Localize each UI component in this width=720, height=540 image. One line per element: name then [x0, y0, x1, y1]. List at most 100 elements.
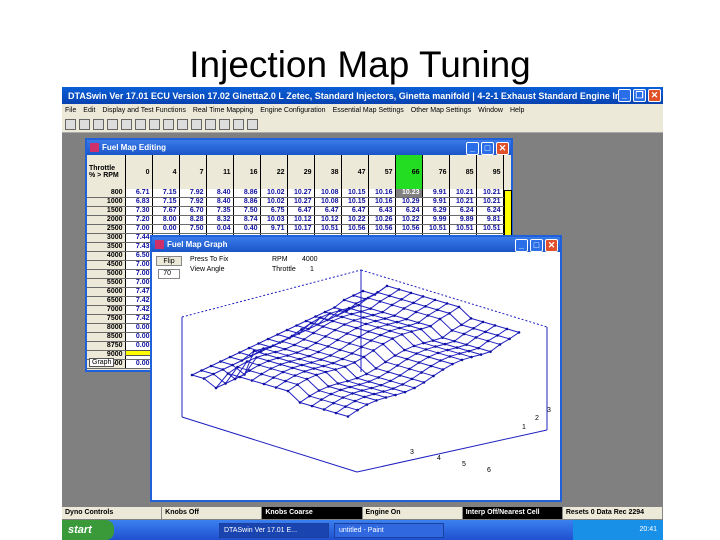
spark-icon[interactable]: [163, 118, 174, 130]
menu-display-test[interactable]: Display and Test Functions: [102, 107, 186, 114]
fuel-cell[interactable]: 10.02: [260, 197, 288, 208]
maximize-button[interactable]: □: [481, 142, 494, 155]
fuel-cell[interactable]: 7.43: [125, 242, 153, 253]
fuel-cell[interactable]: 7.67: [152, 206, 180, 217]
save-icon[interactable]: [79, 118, 90, 130]
fuel-cell[interactable]: 0.00: [125, 359, 153, 370]
fuel-cell[interactable]: 7.42: [125, 314, 153, 325]
fuel-cell[interactable]: 6.70: [179, 206, 207, 217]
maximize-button[interactable]: □: [530, 239, 543, 252]
fuel-cell[interactable]: 10.22: [341, 215, 369, 226]
fuel-cell[interactable]: 7.30: [125, 206, 153, 217]
fuel-cell[interactable]: 6.24: [449, 206, 477, 217]
fuel-cell[interactable]: 7.42: [125, 305, 153, 316]
throttle-header[interactable]: 95: [476, 155, 504, 189]
fuel-cell[interactable]: 7.50: [233, 206, 261, 217]
start-button[interactable]: start: [62, 520, 114, 540]
fuel-cell[interactable]: 8.40: [206, 197, 234, 208]
fuel-cell[interactable]: 10.21: [476, 189, 504, 199]
fuel-cell[interactable]: 9.91: [422, 189, 450, 199]
throttle-header[interactable]: 29: [287, 155, 315, 189]
fuel-cell[interactable]: 6.43: [368, 206, 396, 217]
fuel-cell[interactable]: 6.29: [422, 206, 450, 217]
throttle-header[interactable]: 85: [449, 155, 477, 189]
fuel-cell[interactable]: 10.15: [341, 197, 369, 208]
close-button[interactable]: ✕: [496, 142, 509, 155]
fuel-cell[interactable]: 10.51: [422, 224, 450, 235]
fuel-cell[interactable]: 10.02: [260, 189, 288, 199]
flip-button[interactable]: Flip: [156, 256, 182, 266]
fuel-cell[interactable]: 9.71: [260, 224, 288, 235]
throttle-header[interactable]: 16: [233, 155, 261, 189]
throttle-header[interactable]: 4: [152, 155, 180, 189]
view-angle-spinner[interactable]: 70: [158, 269, 180, 279]
menu-real-time-mapping[interactable]: Real Time Mapping: [193, 107, 253, 114]
fuel-cell[interactable]: 8.86: [233, 189, 261, 199]
fuel-cell[interactable]: 6.24: [476, 206, 504, 217]
throttle-header[interactable]: 22: [260, 155, 288, 189]
fuel-cell[interactable]: 7.15: [152, 189, 180, 199]
task-paint[interactable]: untitled - Paint: [334, 522, 444, 538]
fuel-cell[interactable]: 10.51: [476, 224, 504, 235]
throttle-header[interactable]: 11: [206, 155, 234, 189]
globe-icon[interactable]: [247, 118, 258, 130]
fuel-cell[interactable]: 10.15: [341, 189, 369, 199]
minimize-button[interactable]: _: [618, 89, 631, 102]
fuel-cell[interactable]: 7.00: [125, 278, 153, 289]
fuel-cell[interactable]: 10.27: [287, 189, 315, 199]
fuel-cell[interactable]: 8.86: [233, 197, 261, 208]
throttle-header[interactable]: 76: [422, 155, 450, 189]
fuel-cell[interactable]: 7.00: [125, 224, 153, 235]
close-button[interactable]: ✕: [545, 239, 558, 252]
fuel-cell[interactable]: 10.27: [287, 197, 315, 208]
menu-edit[interactable]: Edit: [83, 107, 95, 114]
gear-icon[interactable]: [205, 118, 216, 130]
fuel-cell[interactable]: 10.22: [395, 215, 423, 226]
fuel-cell[interactable]: 0.04: [206, 224, 234, 235]
fuel-cell[interactable]: 0.00: [152, 224, 180, 235]
fuel-cell[interactable]: 10.12: [287, 215, 315, 226]
fuel-cell[interactable]: 10.17: [287, 224, 315, 235]
fuel-cell[interactable]: 9.91: [422, 197, 450, 208]
menu-other-map[interactable]: Other Map Settings: [411, 107, 471, 114]
fuel-cell[interactable]: 6.83: [125, 197, 153, 208]
fuel-cell[interactable]: 10.21: [476, 197, 504, 208]
fuel-cell[interactable]: 10.21: [449, 197, 477, 208]
minimize-button[interactable]: _: [466, 142, 479, 155]
fuel-cell[interactable]: 6.50: [125, 251, 153, 262]
fuel-cell[interactable]: 7.00: [125, 260, 153, 271]
fuel-cell[interactable]: 7.35: [206, 206, 234, 217]
throttle-header[interactable]: 57: [368, 155, 396, 189]
fuel-cell[interactable]: 8.40: [206, 189, 234, 199]
throttle-icon[interactable]: [191, 118, 202, 130]
fuel-cell[interactable]: 6.24: [395, 206, 423, 217]
balance-icon[interactable]: [135, 118, 146, 130]
fuel-cell[interactable]: 10.26: [368, 215, 396, 226]
fuel-cell[interactable]: 10.56: [341, 224, 369, 235]
fuel-cell[interactable]: 10.21: [449, 189, 477, 199]
throttle-header[interactable]: 38: [314, 155, 342, 189]
fuel-cell[interactable]: 10.56: [368, 224, 396, 235]
upload-icon[interactable]: [93, 118, 104, 130]
fuel-cell[interactable]: 7.47: [125, 287, 153, 298]
fuel-cell[interactable]: 8.28: [179, 215, 207, 226]
menu-essential-map[interactable]: Essential Map Settings: [333, 107, 404, 114]
fuel-cell[interactable]: 7.00: [125, 269, 153, 280]
fuel-cell[interactable]: 6.75: [260, 206, 288, 217]
fuel-cell[interactable]: 0.00: [125, 323, 153, 334]
search-icon[interactable]: [233, 118, 244, 130]
fuel-cell[interactable]: 10.08: [314, 197, 342, 208]
graph-tab[interactable]: Graph: [89, 358, 115, 367]
throttle-header[interactable]: 7: [179, 155, 207, 189]
fuel-cell[interactable]: 7.20: [125, 215, 153, 226]
fuel-cell[interactable]: 6.71: [125, 189, 153, 199]
fuel-cell[interactable]: 8.74: [233, 215, 261, 226]
menu-file[interactable]: File: [65, 107, 76, 114]
fuel-cell[interactable]: 10.56: [395, 224, 423, 235]
fuel-cell[interactable]: 10.29: [395, 197, 423, 208]
open-icon[interactable]: [65, 118, 76, 130]
fuel-cell[interactable]: 9.81: [476, 215, 504, 226]
lock-icon[interactable]: [121, 118, 132, 130]
fuel-cell[interactable]: 10.12: [314, 215, 342, 226]
menu-window[interactable]: Window: [478, 107, 503, 114]
